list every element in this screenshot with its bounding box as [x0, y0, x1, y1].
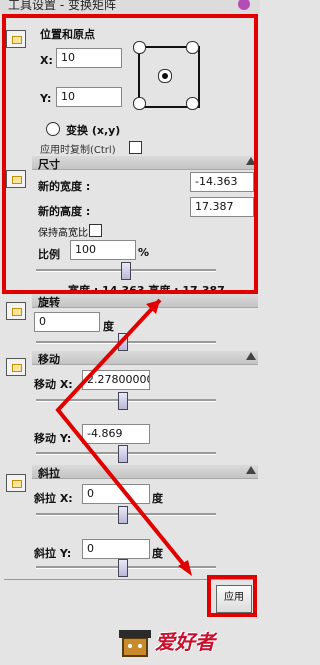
logo-mascot-icon — [119, 630, 151, 657]
logo-text: 爱好者 — [155, 630, 215, 654]
annotation-arrow-line — [55, 298, 190, 572]
annotation-arrows — [55, 298, 192, 576]
site-logo: 爱好者 — [115, 620, 215, 660]
